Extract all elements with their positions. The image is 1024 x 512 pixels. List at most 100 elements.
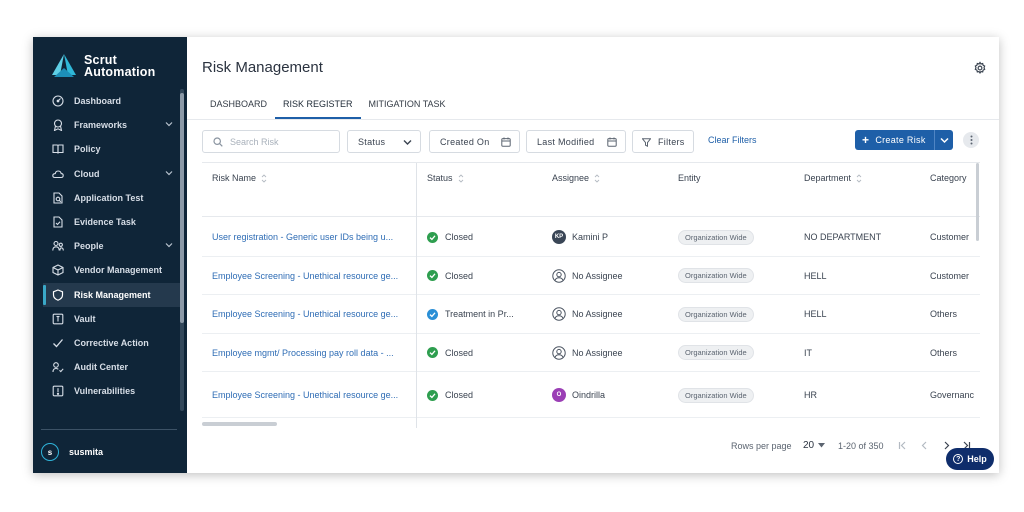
column-header-department[interactable]: Department xyxy=(804,173,862,183)
avatar: s xyxy=(41,443,59,461)
risk-name-cell[interactable]: Employee Screening - Unethical resource … xyxy=(212,372,407,418)
shield-icon xyxy=(51,288,65,302)
chevron-down-icon[interactable] xyxy=(165,169,173,177)
plus-icon: + xyxy=(862,133,870,147)
column-header-label: Department xyxy=(804,173,852,183)
risk-name-link[interactable]: User registration - Generic user IDs bei… xyxy=(212,232,393,242)
column-header-label: Risk Name xyxy=(212,173,257,183)
sidebar-item-audit-center[interactable]: Audit Center xyxy=(43,355,183,379)
sidebar-item-corrective-action[interactable]: Corrective Action xyxy=(43,331,183,355)
risk-name-link[interactable]: Employee Screening - Unethical resource … xyxy=(212,309,398,319)
sort-icon[interactable] xyxy=(458,173,464,183)
status-cell: Closed xyxy=(427,218,537,256)
table-row[interactable]: Employee Screening - Unethical resource … xyxy=(202,372,980,418)
department-label: NO DEPARTMENT xyxy=(804,232,882,242)
rows-per-page-label: Rows per page xyxy=(731,441,792,451)
search-box[interactable] xyxy=(202,130,340,153)
table-header: Risk Name Status Assignee Entity Department C… xyxy=(202,163,980,217)
help-button[interactable]: ? Help xyxy=(946,448,994,470)
clear-filters-link[interactable]: Clear Filters xyxy=(708,135,757,145)
tab-risk-register[interactable]: RISK REGISTER xyxy=(275,91,361,119)
tab-mitigation-task[interactable]: MITIGATION TASK xyxy=(361,91,454,119)
sort-icon[interactable] xyxy=(261,173,267,183)
assignee-name: Oindrilla xyxy=(572,390,606,400)
department-label: HR xyxy=(804,390,817,400)
column-header-category[interactable]: Category xyxy=(930,173,967,183)
table-row[interactable]: Employee Screening - Unethical resource … xyxy=(202,295,980,334)
logo[interactable]: Scrut Automation xyxy=(51,53,155,79)
chevron-down-icon[interactable] xyxy=(940,137,949,144)
column-header-risk-name[interactable]: Risk Name xyxy=(212,173,267,183)
status-cell: Closed xyxy=(427,372,537,418)
prev-page-button[interactable] xyxy=(918,439,930,451)
column-header-label: Assignee xyxy=(552,173,590,183)
table-row[interactable]: Employee Screening - Unethical resource … xyxy=(202,257,980,295)
sidebar-item-policy[interactable]: Policy xyxy=(43,137,183,161)
tab-bar: DASHBOARD RISK REGISTER MITIGATION TASK xyxy=(202,91,454,119)
status-dropdown[interactable]: Status xyxy=(347,130,421,153)
table-row[interactable]: Employee mgmt/ Processing pay roll data … xyxy=(202,334,980,372)
rows-per-page-select[interactable]: 20 xyxy=(803,440,814,451)
gear-icon[interactable] xyxy=(973,61,987,75)
filters-button[interactable]: Filters xyxy=(632,130,694,153)
create-risk-button[interactable]: + Create Risk xyxy=(855,130,953,150)
column-header-assignee[interactable]: Assignee xyxy=(552,173,600,183)
user-profile[interactable]: s susmita xyxy=(41,443,103,461)
avatar: KP xyxy=(552,230,566,244)
first-page-button[interactable] xyxy=(896,439,908,451)
chevron-down-icon[interactable] xyxy=(165,241,173,249)
calendar-icon xyxy=(607,137,617,147)
entity-badge: Organization Wide xyxy=(678,387,754,403)
sidebar-item-risk-management[interactable]: Risk Management xyxy=(43,282,183,307)
toolbar: Status Created On Last Modified Filters … xyxy=(202,130,992,154)
sidebar-item-application-test[interactable]: Application Test xyxy=(43,186,183,210)
search-input[interactable] xyxy=(230,136,330,147)
risk-name-cell[interactable]: Employee mgmt/ Processing pay roll data … xyxy=(212,334,407,372)
more-options-button[interactable] xyxy=(963,132,979,148)
cloud-icon xyxy=(51,167,65,181)
dashboard-icon xyxy=(51,94,65,108)
sort-icon[interactable] xyxy=(594,173,600,183)
sidebar-item-dashboard[interactable]: Dashboard xyxy=(43,89,183,113)
more-vertical-icon xyxy=(970,135,972,145)
column-header-status[interactable]: Status xyxy=(427,173,464,183)
sidebar-scrollbar-thumb[interactable] xyxy=(180,93,184,323)
tab-dashboard[interactable]: DASHBOARD xyxy=(202,91,275,119)
status-label: Treatment in Pr... xyxy=(445,309,514,319)
risk-name-cell[interactable]: Employee Screening - Unethical resource … xyxy=(212,257,407,295)
sidebar-item-vulnerabilities[interactable]: Vulnerabilities xyxy=(43,379,183,403)
column-header-entity[interactable]: Entity xyxy=(678,173,701,183)
sidebar-item-evidence-task[interactable]: Evidence Task xyxy=(43,210,183,234)
vendor-icon xyxy=(51,263,65,277)
risk-name-cell[interactable]: User registration - Generic user IDs bei… xyxy=(212,218,407,256)
sort-icon[interactable] xyxy=(856,173,862,183)
risk-name-link[interactable]: Employee Screening - Unethical resource … xyxy=(212,390,398,400)
check-circle-icon xyxy=(427,231,438,243)
created-on-picker[interactable]: Created On xyxy=(429,130,520,153)
table-row[interactable]: User registration - Generic user IDs bei… xyxy=(202,218,980,257)
page-title: Risk Management xyxy=(202,59,323,76)
sidebar-item-label: Evidence Task xyxy=(74,217,136,228)
risk-table: Risk Name Status Assignee Entity Department C… xyxy=(202,162,980,428)
sidebar-item-frameworks[interactable]: Frameworks xyxy=(43,113,183,137)
assignee-cell: No Assignee xyxy=(552,295,672,333)
risk-name-cell[interactable]: Employee Screening - Unethical resource … xyxy=(212,295,407,333)
risk-name-link[interactable]: Employee mgmt/ Processing pay roll data … xyxy=(212,348,394,358)
risk-name-link[interactable]: Employee Screening - Unethical resource … xyxy=(212,271,398,281)
vertical-scrollbar[interactable] xyxy=(976,163,979,241)
sidebar-item-vendor-management[interactable]: Vendor Management xyxy=(43,258,183,282)
category-cell: Governanc xyxy=(930,372,974,418)
assignee-name: No Assignee xyxy=(572,309,623,319)
sidebar-item-label: Policy xyxy=(74,144,101,155)
last-modified-picker[interactable]: Last Modified xyxy=(526,130,626,153)
sidebar-item-people[interactable]: People xyxy=(43,234,183,258)
sidebar-item-vault[interactable]: Vault xyxy=(43,307,183,331)
caret-down-icon[interactable] xyxy=(818,443,825,448)
entity-badge: Organization Wide xyxy=(678,306,754,322)
horizontal-scrollbar[interactable] xyxy=(202,422,277,426)
sidebar-item-cloud[interactable]: Cloud xyxy=(43,162,183,186)
chevron-down-icon[interactable] xyxy=(165,120,173,128)
sidebar-item-label: Application Test xyxy=(74,192,144,203)
sidebar-item-label: Risk Management xyxy=(74,289,151,300)
check-circle-icon xyxy=(427,389,438,401)
